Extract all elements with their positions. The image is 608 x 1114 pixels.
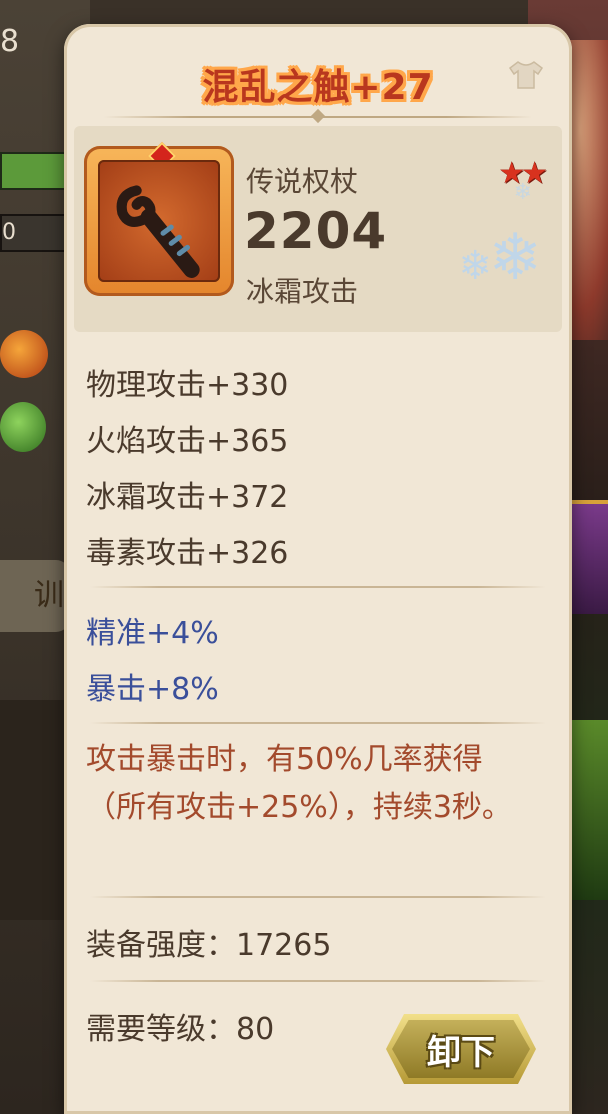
- stat-line: 物理攻击+330: [86, 368, 289, 403]
- equipment-strength: 装备强度：17265: [86, 920, 331, 964]
- item-element: 冰霜攻击: [246, 275, 359, 308]
- snowflake-icon: ❄: [458, 243, 492, 289]
- fire-orb-icon: [0, 330, 48, 378]
- item-icon-frame: [84, 141, 234, 296]
- staff-icon: [116, 185, 200, 278]
- bonus-stat-line: 精准+4%: [86, 616, 219, 651]
- item-detail-panel: 混乱之触+27 传说权杖 2204 冰霜攻击 ★★ ❄ ❄ ❄ 物理攻击+330…: [64, 24, 572, 1114]
- stat-line: 火焰攻击+365: [86, 424, 289, 459]
- strength-value: 17265: [236, 928, 332, 963]
- section-divider: [90, 586, 546, 588]
- title-divider: [104, 116, 532, 118]
- item-title-text: 混乱之触+27: [202, 67, 434, 108]
- item-icon: [98, 160, 220, 282]
- required-level: 需要等级：80: [86, 1004, 274, 1048]
- level-label: 需要等级：: [86, 1012, 236, 1047]
- unequip-button[interactable]: 卸下: [386, 1014, 536, 1084]
- bonus-stat-line: 暴击+8%: [86, 672, 219, 707]
- stat-line: 毒素攻击+326: [86, 536, 289, 571]
- background-green-bar: [0, 152, 74, 190]
- item-skill-description: 攻击暴击时，有50%几率获得（所有攻击+25%），持续3秒。: [86, 742, 512, 825]
- background-train-button: 训: [0, 560, 70, 632]
- section-divider: [90, 722, 546, 724]
- item-header: 传说权杖 2204 冰霜攻击 ★★ ❄ ❄ ❄: [74, 126, 562, 332]
- poison-orb-icon: [0, 402, 46, 452]
- level-value: 80: [236, 1012, 275, 1047]
- section-divider: [90, 896, 546, 898]
- item-type: 传说权杖: [246, 165, 359, 198]
- background-number: 8: [0, 24, 20, 59]
- snowflake-icon: ❄: [513, 180, 532, 205]
- item-power: 2204: [244, 202, 388, 260]
- snowflake-icon: ❄: [488, 221, 542, 295]
- stat-line: 冰霜攻击+372: [86, 480, 289, 515]
- item-title: 混乱之触+27: [64, 58, 572, 110]
- strength-label: 装备强度：: [86, 928, 236, 963]
- shirt-icon: [508, 61, 544, 89]
- background-dark-bar: 0: [0, 214, 74, 252]
- section-divider: [90, 980, 546, 982]
